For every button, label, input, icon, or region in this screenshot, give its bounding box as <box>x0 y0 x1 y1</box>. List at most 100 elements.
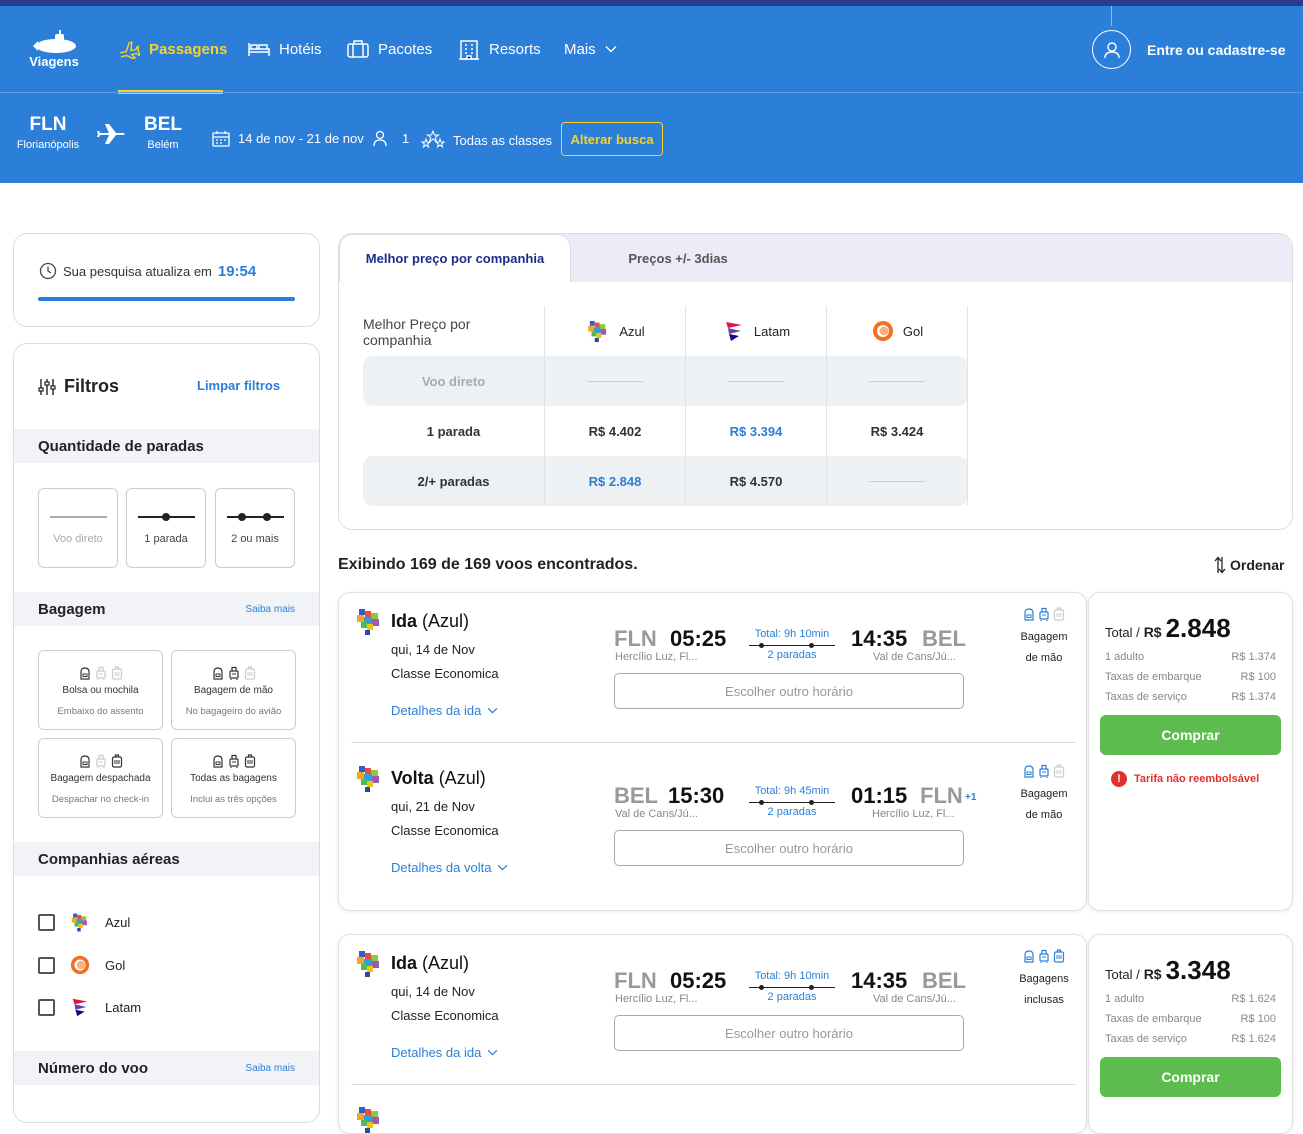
departure-time: 05:25 <box>670 626 727 651</box>
search-cabin: Todas as classes <box>421 130 552 150</box>
leg-direction: Volta (Azul) <box>391 768 486 789</box>
arrival-time: 14:35 <box>851 968 908 993</box>
price-cell-azul-one-stop[interactable]: R$ 4.402 <box>545 406 685 456</box>
baggage-filter-checked[interactable]: Bagagem despachada Despachar no check-in <box>38 738 163 818</box>
checkbox[interactable] <box>38 914 55 931</box>
column-header-label: Latam <box>753 323 791 339</box>
baggage-label: Bagagem de mão <box>1009 784 1079 826</box>
buy-button[interactable]: Comprar <box>1100 715 1281 755</box>
choose-other-time-button[interactable]: Escolher outro horário <box>614 1015 964 1051</box>
choose-other-time-button[interactable]: Escolher outro horário <box>614 830 964 866</box>
departure-airport-name: Hercílio Luz, Fl... <box>615 651 698 663</box>
breakdown-row: Taxas de serviço R$ 1.624 <box>1105 1033 1276 1045</box>
building-icon <box>459 40 479 60</box>
price-cell-latam-one-stop[interactable]: R$ 3.394 <box>686 406 826 456</box>
airline-filter-label: Latam <box>105 999 142 1015</box>
airline-filter-azul[interactable]: Azul <box>38 912 130 933</box>
baggage-filter-all[interactable]: Todas as bagagens Inclui as três opções <box>171 738 296 818</box>
hand-bag-icon <box>228 666 240 680</box>
sort-button[interactable]: Ordenar <box>1214 556 1284 574</box>
breakdown-label: Taxas de embarque <box>1105 1013 1202 1025</box>
baggage-option-subtitle: No bagageiro do avião <box>185 706 282 717</box>
azul-logo-icon <box>353 607 385 637</box>
flight-stops: 2 paradas <box>767 806 817 818</box>
tab-best-price-by-airline[interactable]: Melhor preço por companhia <box>339 234 571 282</box>
nav-hoteis[interactable]: Hotéis <box>248 36 322 62</box>
baggage-label: Bagagens inclusas <box>1009 969 1079 1011</box>
price-cell-empty <box>686 356 826 406</box>
stop-dot <box>759 984 764 990</box>
flight-number-learn-more-link[interactable]: Saiba mais <box>246 1063 295 1074</box>
leg-details-toggle[interactable]: Detalhes da ida <box>391 703 498 718</box>
site-header: Viagens Passagens Hotéis Pacotes Resorts… <box>0 6 1303 183</box>
baggage-filter-backpack[interactable]: Bolsa ou mochila Embaixo do assento <box>38 650 163 730</box>
airline-label: (Azul) <box>438 768 486 788</box>
leg-details-toggle[interactable]: Detalhes da ida <box>391 1045 498 1060</box>
azul-logo-icon <box>69 912 91 933</box>
baggage-info: Bagagens inclusas <box>1009 949 1079 1011</box>
breakdown-row: Taxas de embarque R$ 100 <box>1105 671 1276 683</box>
checkbox[interactable] <box>38 998 55 1016</box>
stop-filter-two-plus[interactable]: 2 ou mais <box>215 488 295 568</box>
stop-filter-direct[interactable]: Voo direto <box>38 488 118 568</box>
airline-filter-label: Gol <box>105 957 126 973</box>
leg-details-toggle[interactable]: Detalhes da volta <box>391 860 508 875</box>
flight-number-section-header: Número do voo Saiba mais <box>14 1051 319 1085</box>
arrival-airport-name: Val de Cans/Jú... <box>873 993 956 1005</box>
choose-other-time-button[interactable]: Escolher outro horário <box>614 673 964 709</box>
backpack-icon <box>212 666 224 680</box>
cabin-text: Todas as classes <box>453 132 552 148</box>
search-passengers: 1 <box>372 130 409 147</box>
nav-label: Mais <box>564 40 596 58</box>
breakdown-row: Taxas de embarque R$ 100 <box>1105 1013 1276 1025</box>
direct-line-icon <box>50 516 107 518</box>
total-value: 2.848 <box>1165 613 1231 643</box>
baggage-filter-carry-on[interactable]: Bagagem de mão No bagageiro do avião <box>171 650 296 730</box>
origin-city: Florianópolis <box>16 139 80 151</box>
results-summary: Exibindo 169 de 169 voos encontrados. <box>338 556 638 573</box>
departure-airport-code: FLN <box>614 968 657 993</box>
backpack-icon <box>1023 949 1035 963</box>
flight-leg-return: Volta (Azul) qui, 21 de Nov Classe Econo… <box>339 750 1086 907</box>
price-cell-latam-two-plus[interactable]: R$ 4.570 <box>686 456 826 506</box>
nav-pacotes[interactable]: Pacotes <box>347 36 432 62</box>
baggage-option-title: Todas as bagagens <box>190 773 277 784</box>
checked-bag-icon <box>1053 949 1065 963</box>
login-button[interactable]: Entre ou cadastre-se <box>1092 30 1286 69</box>
stop-filter-label: Voo direto <box>53 533 103 545</box>
brand-logo[interactable]: Viagens <box>26 28 82 74</box>
tab-prices-3-days[interactable]: Preços +/- 3dias <box>571 234 785 282</box>
baggage-learn-more-link[interactable]: Saiba mais <box>246 604 295 615</box>
alter-search-button[interactable]: Alterar busca <box>561 122 663 156</box>
baggage-option-subtitle: Despachar no check-in <box>51 794 150 805</box>
nav-resorts[interactable]: Resorts <box>458 36 541 62</box>
clear-filters-link[interactable]: Limpar filtros <box>197 378 280 393</box>
backpack-icon <box>79 666 91 680</box>
flight-stops: 2 paradas <box>767 649 817 661</box>
direction-label: Ida <box>391 611 418 631</box>
stop-filter-one[interactable]: 1 parada <box>126 488 206 568</box>
breakdown-row: 1 adulto R$ 1.624 <box>1105 993 1276 1005</box>
checkbox[interactable] <box>38 956 55 974</box>
next-day-indicator: +1 <box>965 792 977 803</box>
search-dates: 14 de nov - 21 de nov <box>212 130 364 147</box>
no-price-dash <box>869 380 925 382</box>
airline-filter-gol[interactable]: Gol <box>38 954 125 976</box>
column-header-label: Gol <box>902 323 924 339</box>
nav-passagens[interactable]: Passagens <box>118 36 227 62</box>
hand-bag-icon <box>95 666 107 680</box>
backpack-icon <box>1023 607 1035 621</box>
column-header-latam: Latam <box>686 306 826 356</box>
column-header-label: Azul <box>619 323 645 339</box>
gol-logo-icon <box>69 954 91 976</box>
nav-mais[interactable]: Mais <box>564 36 617 62</box>
arrival-airport-code: BEL <box>922 968 966 993</box>
price-cell-gol-one-stop[interactable]: R$ 3.424 <box>827 406 967 456</box>
flight-duration: Total: 9h 10min <box>754 628 830 640</box>
alert-icon: ! <box>1111 771 1127 787</box>
header-divider <box>1111 6 1112 26</box>
airline-filter-latam[interactable]: Latam <box>38 996 141 1018</box>
buy-button[interactable]: Comprar <box>1100 1057 1281 1097</box>
price-cell-azul-two-plus[interactable]: R$ 2.848 <box>545 456 685 506</box>
row-label-direct: Voo direto <box>421 373 486 389</box>
